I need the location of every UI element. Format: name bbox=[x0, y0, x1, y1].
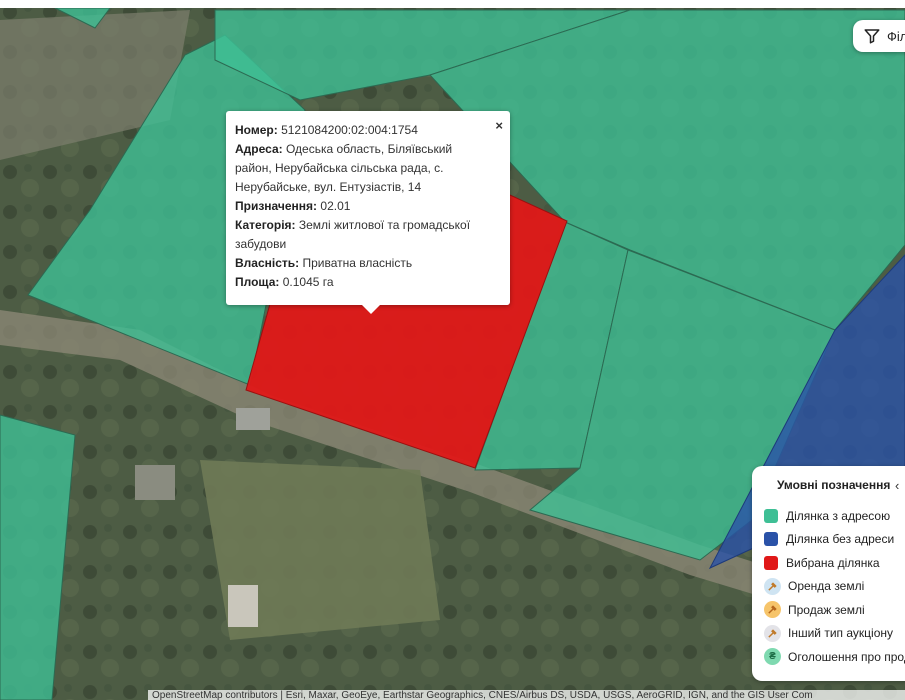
popup-tip bbox=[362, 305, 380, 314]
hryvnia-icon: ₴ bbox=[764, 648, 781, 666]
legend-swatch bbox=[764, 508, 778, 523]
map-attribution: OpenStreetMap contributors | Esri, Maxar… bbox=[148, 690, 905, 700]
legend-item-without-address: Ділянка без адреси bbox=[764, 528, 905, 552]
auction-other-icon bbox=[764, 624, 781, 642]
legend-panel: Умовні позначення ‹ Ділянка з адресою Ді… bbox=[752, 466, 905, 681]
info-row-number: Номер: 5121084200:02:004:1754 bbox=[235, 123, 418, 137]
top-strip bbox=[0, 0, 905, 8]
auction-rent-icon bbox=[764, 577, 781, 595]
auction-sale-icon bbox=[764, 601, 781, 619]
info-row-address: Адреса: Одеська область, Біляївський рай… bbox=[235, 142, 453, 194]
info-row-purpose: Призначення: 02.01 bbox=[235, 199, 351, 213]
parcel-info-popup: × Номер: 5121084200:02:004:1754 Адреса: … bbox=[226, 111, 510, 314]
legend-item-rent: Оренда землі bbox=[764, 575, 905, 599]
filter-label: Філ bbox=[887, 28, 905, 44]
chevron-left-icon[interactable]: ‹ bbox=[895, 478, 899, 493]
legend-item-selected: Вибрана ділянка bbox=[764, 551, 905, 575]
legend-item-sale: Продаж землі bbox=[764, 598, 905, 622]
building bbox=[135, 465, 175, 500]
building bbox=[228, 585, 258, 627]
legend-swatch bbox=[764, 532, 778, 547]
legend-item-announcement: ₴ Оголошення про прод bbox=[764, 645, 905, 669]
info-row-ownership: Власність: Приватна власність bbox=[235, 256, 413, 270]
filter-icon bbox=[864, 29, 880, 44]
legend-item-other-auction: Інший тип аукціону bbox=[764, 622, 905, 646]
building bbox=[236, 408, 270, 430]
legend-swatch bbox=[764, 555, 778, 570]
info-row-area: Площа: 0.1045 га bbox=[235, 275, 334, 289]
legend-item-with-address: Ділянка з адресою bbox=[764, 504, 905, 528]
info-row-category: Категорія: Землі житлової та громадської… bbox=[235, 218, 471, 251]
legend-title: Умовні позначення bbox=[777, 478, 891, 492]
close-popup-button[interactable]: × bbox=[495, 119, 503, 133]
filter-button[interactable]: Філ bbox=[853, 20, 905, 52]
